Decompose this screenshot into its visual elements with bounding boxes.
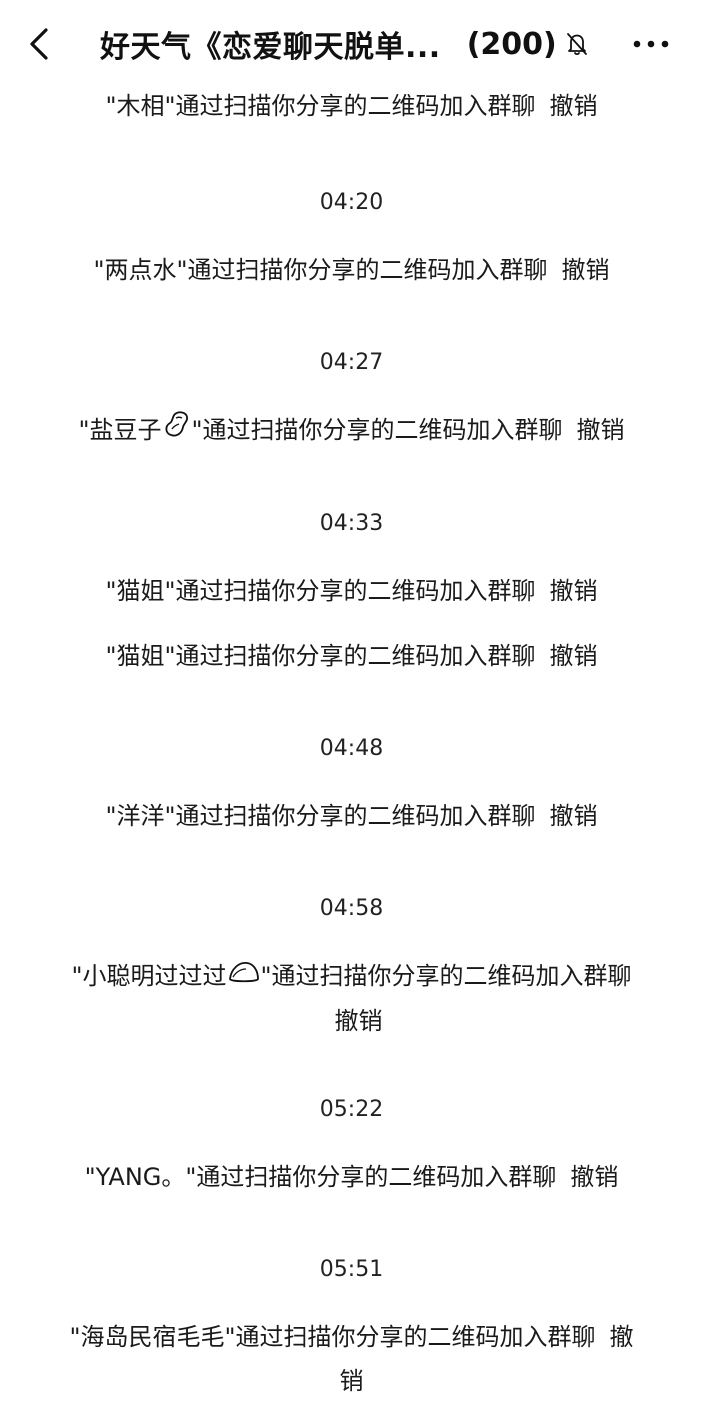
group-name: 好天气《恋爱聊天脱单... bbox=[100, 30, 441, 65]
timestamp: 04:33 bbox=[319, 511, 384, 536]
join-text: 通过扫描你分享的二维码加入群聊 bbox=[175, 577, 536, 605]
join-text: 通过扫描你分享的二维码加入群聊 bbox=[196, 1163, 557, 1191]
chat-header: 好天气《恋爱聊天脱单... (200) bbox=[0, 0, 703, 86]
timestamp: 04:27 bbox=[319, 350, 384, 375]
system-message: "两点水"通过扫描你分享的二维码加入群聊 撤销 bbox=[0, 248, 703, 292]
system-message: "盐豆子 "通过扫描你分享的二维码加入群聊 撤销 bbox=[0, 408, 703, 453]
timestamp: 04:20 bbox=[319, 190, 384, 215]
join-text: 通过扫描你分享的二维码加入群聊 bbox=[271, 962, 632, 990]
message-list[interactable]: "木相"通过扫描你分享的二维码加入群聊 撤销 04:20 "两点水"通过扫描你分享… bbox=[0, 84, 703, 1403]
system-message: "YANG。"通过扫描你分享的二维码加入群聊 撤销 bbox=[0, 1155, 703, 1199]
member-name: "木相" bbox=[105, 92, 176, 120]
bell-muted-icon bbox=[565, 31, 589, 57]
system-message: "猫姐"通过扫描你分享的二维码加入群聊 撤销 bbox=[0, 569, 703, 613]
join-text: 通过扫描你分享的二维码加入群聊 bbox=[235, 1323, 596, 1351]
chat-title-area[interactable]: 好天气《恋爱聊天脱单... (200) bbox=[100, 22, 589, 66]
more-dots-icon[interactable] bbox=[631, 30, 671, 58]
timestamp: 04:48 bbox=[319, 736, 384, 761]
member-name: "小聪明过过过 bbox=[71, 962, 227, 990]
join-text: 通过扫描你分享的二维码加入群聊 bbox=[175, 642, 536, 670]
member-name: "盐豆子 bbox=[78, 416, 162, 444]
member-name: "洋洋" bbox=[105, 802, 176, 830]
revoke-link[interactable]: 撤销 bbox=[335, 1007, 383, 1035]
member-name: "两点水" bbox=[93, 256, 188, 284]
join-text: 通过扫描你分享的二维码加入群聊 bbox=[175, 802, 536, 830]
member-count: (200) bbox=[466, 26, 557, 62]
join-text: 通过扫描你分享的二维码加入群聊 bbox=[187, 256, 548, 284]
member-name: "猫姐" bbox=[105, 642, 176, 670]
peanut-emoji bbox=[162, 409, 192, 453]
system-message: "猫姐"通过扫描你分享的二维码加入群聊 撤销 bbox=[0, 634, 703, 678]
revoke-link[interactable]: 撤销 bbox=[550, 577, 598, 605]
system-message: "洋洋"通过扫描你分享的二维码加入群聊 撤销 bbox=[0, 794, 703, 838]
member-name: "猫姐" bbox=[105, 577, 176, 605]
revoke-link[interactable]: 撤销 bbox=[550, 802, 598, 830]
member-name: "海岛民宿毛毛" bbox=[69, 1323, 236, 1351]
revoke-link[interactable]: 撤销 bbox=[570, 1163, 618, 1191]
timestamp: 05:22 bbox=[319, 1097, 384, 1122]
member-name: "YANG。" bbox=[84, 1163, 197, 1191]
timestamp: 05:51 bbox=[319, 1257, 384, 1282]
member-name-end: " bbox=[191, 416, 203, 444]
back-chevron-icon[interactable] bbox=[20, 22, 60, 66]
join-text: 通过扫描你分享的二维码加入群聊 bbox=[202, 416, 563, 444]
revoke-link[interactable]: 撤销 bbox=[577, 416, 625, 444]
member-name-end: " bbox=[260, 962, 272, 990]
system-message: "小聪明过过过 "通过扫描你分享的二维码加入群聊撤销 bbox=[0, 954, 703, 1043]
join-text: 通过扫描你分享的二维码加入群聊 bbox=[175, 92, 536, 120]
revoke-link[interactable]: 撤销 bbox=[562, 256, 610, 284]
rice-ball-emoji bbox=[227, 955, 261, 999]
system-message: "海岛民宿毛毛"通过扫描你分享的二维码加入群聊 撤销 bbox=[0, 1315, 703, 1403]
system-message: "木相"通过扫描你分享的二维码加入群聊 撤销 bbox=[0, 84, 703, 128]
revoke-link[interactable]: 撤销 bbox=[550, 92, 598, 120]
revoke-link[interactable]: 撤销 bbox=[550, 642, 598, 670]
timestamp: 04:58 bbox=[319, 896, 384, 921]
